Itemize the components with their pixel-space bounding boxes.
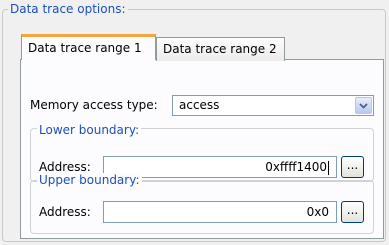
upper-address-label: Address: (39, 205, 91, 219)
lower-boundary-title: Lower boundary: (37, 123, 142, 137)
lower-address-browse-button[interactable]: ... (341, 156, 364, 178)
chevron-down-icon (359, 102, 368, 109)
memory-access-type-select[interactable]: access (172, 95, 374, 116)
tab-data-trace-range-1[interactable]: Data trace range 1 (21, 34, 156, 60)
memory-access-type-label: Memory access type: (30, 98, 158, 112)
dropdown-button[interactable] (355, 97, 372, 114)
text-caret (328, 160, 329, 175)
upper-boundary-title: Upper boundary: (37, 173, 142, 187)
upper-address-input[interactable]: 0x0 (103, 201, 337, 223)
memory-access-type-value: access (179, 98, 220, 112)
tab-data-trace-range-2[interactable]: Data trace range 2 (156, 37, 285, 61)
data-trace-options-title: Data trace options: (8, 2, 128, 16)
upper-address-browse-button[interactable]: ... (341, 201, 364, 223)
